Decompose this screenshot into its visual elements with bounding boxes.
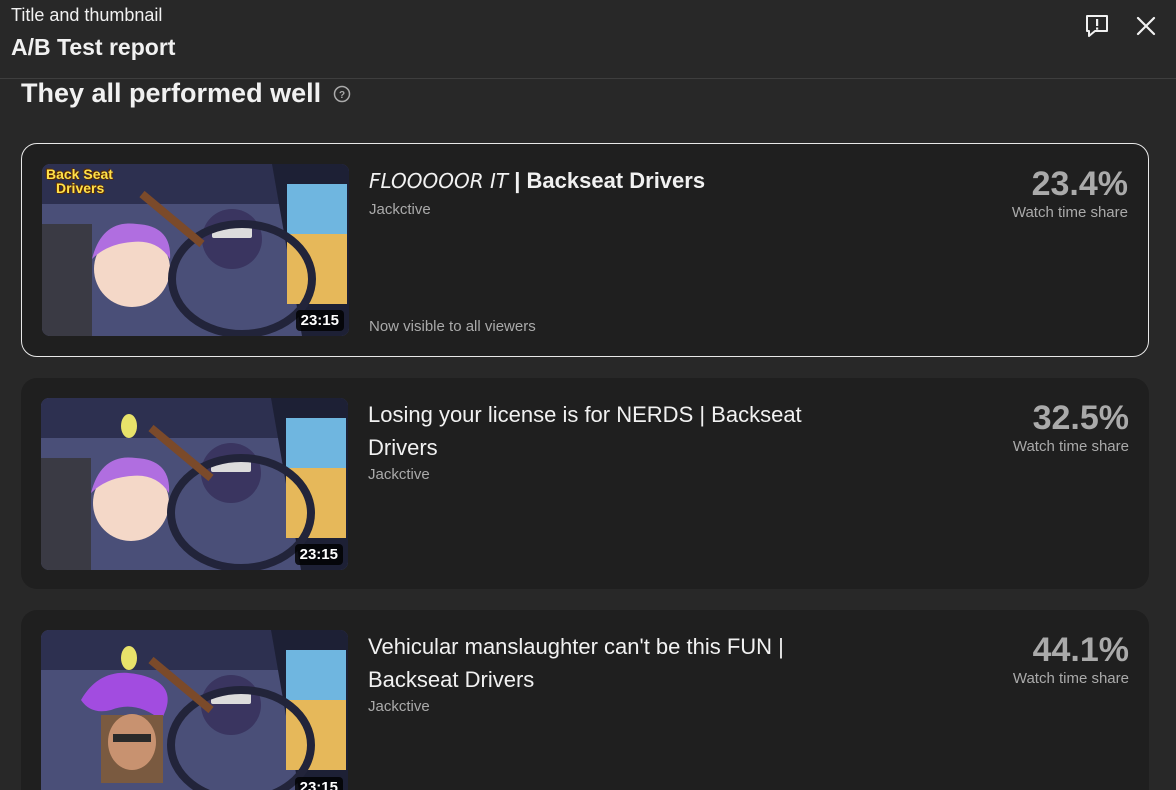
share-label: Watch time share <box>1012 670 1129 687</box>
close-button[interactable] <box>1130 10 1162 42</box>
section-title-text: They all performed well <box>21 78 322 108</box>
share-value: 23.4% <box>1031 165 1128 203</box>
channel-name: Jackctive <box>368 466 430 483</box>
share-label: Watch time share <box>1011 204 1128 221</box>
thumb-logo-line2: Drivers <box>56 180 105 196</box>
share-label: Watch time share <box>1012 438 1129 455</box>
svg-text:?: ? <box>339 90 345 101</box>
variant-thumbnail: Back Seat Drivers 23:15 <box>42 164 349 336</box>
close-icon <box>1136 16 1156 36</box>
report-header: Title and thumbnail A/B Test report <box>0 0 1176 79</box>
share-value: 44.1% <box>1032 631 1129 669</box>
visibility-note: Now visible to all viewers <box>369 318 536 335</box>
feedback-icon <box>1086 15 1108 37</box>
help-circle-icon: ? <box>333 85 351 102</box>
variant-title-suffix: | Backseat Drivers <box>508 168 706 193</box>
watch-time-share: 44.1% Watch time share <box>1013 630 1129 687</box>
feedback-button[interactable] <box>1081 10 1113 42</box>
section-title: They all performed well ? <box>21 78 351 109</box>
duration-badge: 23:15 <box>294 544 343 565</box>
watch-time-share: 32.5% Watch time share <box>1013 398 1129 455</box>
variant-title: Vehicular manslaughter can't be this FUN… <box>368 634 784 692</box>
header-subtitle: Title and thumbnail <box>11 5 163 25</box>
variant-card-2[interactable]: 23:15 Losing your license is for NERDS |… <box>21 378 1149 589</box>
variant-title-prefix: FLOOOOOR IT <box>369 169 509 193</box>
variant-card-1[interactable]: Back Seat Drivers 23:15 FLOOOOOR IT | Ba… <box>21 143 1149 357</box>
channel-name: Jackctive <box>368 698 430 715</box>
variant-title: Losing your license is for NERDS | Backs… <box>368 402 802 460</box>
watch-time-share: 23.4% Watch time share <box>1012 164 1128 221</box>
variant-card-3[interactable]: 23:15 Vehicular manslaughter can't be th… <box>21 610 1149 790</box>
header-title: A/B Test report <box>11 34 176 60</box>
duration-badge: 23:15 <box>295 310 344 331</box>
variant-title: FLOOOOOR IT | Backseat Drivers <box>369 164 849 198</box>
channel-name: Jackctive <box>369 201 431 218</box>
variant-thumbnail: 23:15 <box>41 398 348 570</box>
variant-thumbnail: 23:15 <box>41 630 348 790</box>
help-button[interactable]: ? <box>333 85 351 103</box>
duration-badge: 23:15 <box>294 777 343 790</box>
share-value: 32.5% <box>1032 399 1129 437</box>
thumb-logo-line1: Back Seat <box>46 166 113 182</box>
